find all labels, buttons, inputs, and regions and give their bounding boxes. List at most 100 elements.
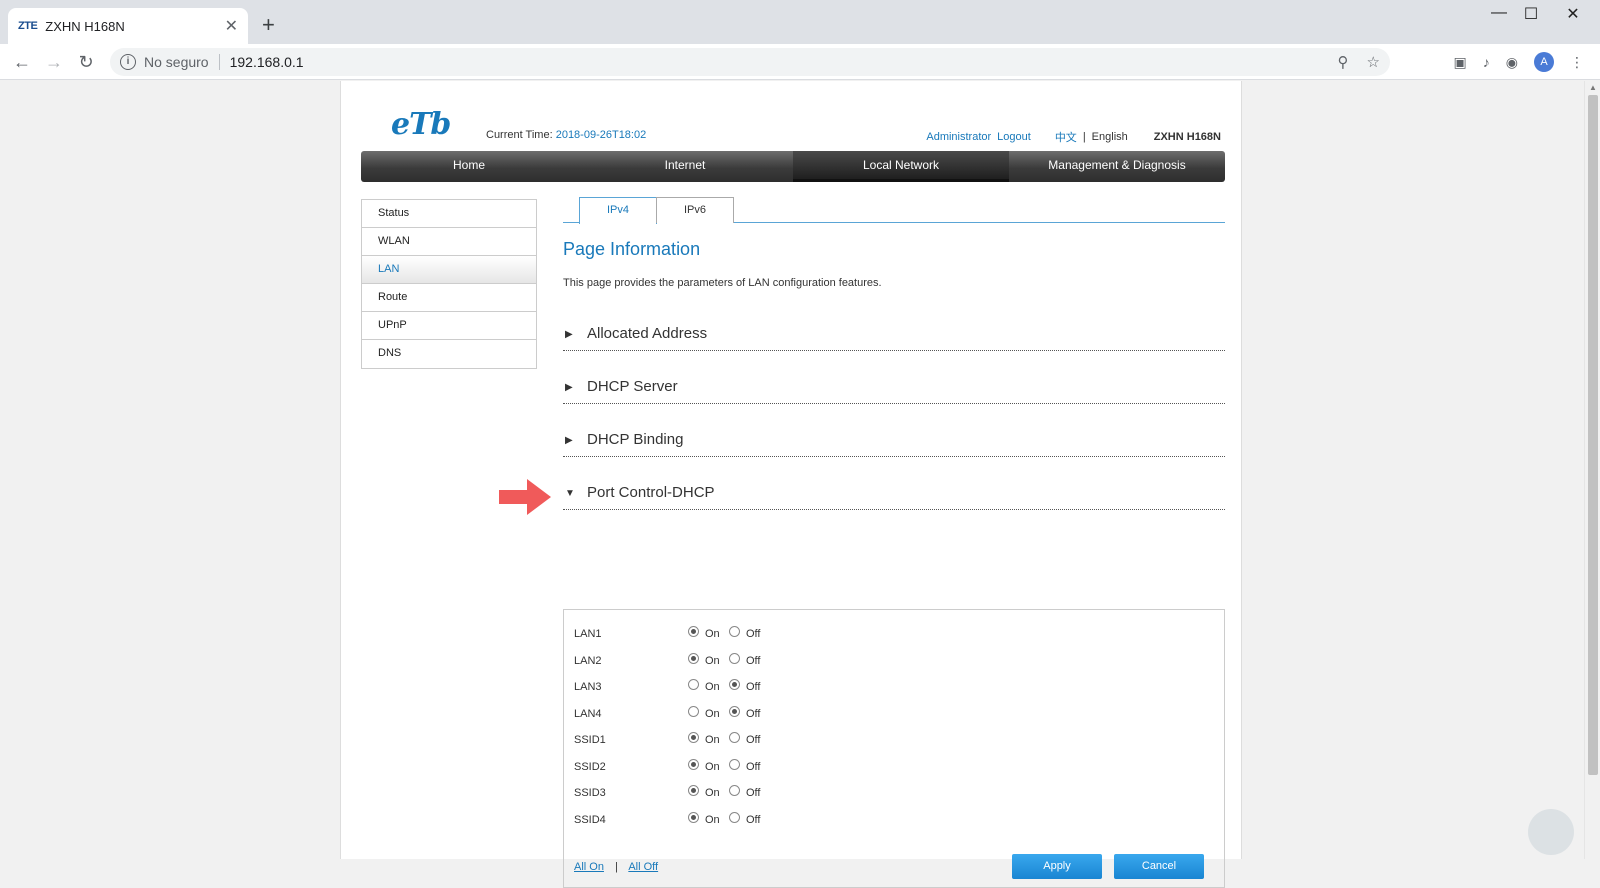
- user-bar: Administrator Logout 中文 | English ZXHN H…: [926, 129, 1221, 145]
- port-row-lan3: LAN3 On Off: [574, 677, 874, 697]
- main-nav: Home Internet Local Network Management &…: [361, 151, 1225, 182]
- port-row-lan4: LAN4 On Off: [574, 704, 874, 724]
- info-icon[interactable]: i: [120, 54, 136, 70]
- expanded-triangle-icon: ▼: [565, 488, 575, 499]
- ip-version-tabs: IPv4 IPv6: [563, 197, 1225, 224]
- lang-english-link[interactable]: English: [1092, 131, 1128, 143]
- port-row-ssid4: SSID4 On Off: [574, 810, 874, 830]
- port-off-label: Off: [746, 628, 761, 640]
- content-area: IPv4 IPv6 Page Information This page pro…: [563, 197, 1225, 888]
- scroll-up-arrow-icon[interactable]: ▲: [1589, 83, 1597, 92]
- port-on-radio[interactable]: [688, 758, 699, 770]
- port-off-label: Off: [746, 734, 761, 746]
- port-off-radio[interactable]: [729, 679, 740, 690]
- zte-favicon-icon: ZTE: [18, 20, 38, 32]
- port-off-radio[interactable]: [729, 811, 740, 823]
- side-item-wlan[interactable]: WLAN: [362, 228, 536, 256]
- port-row-lan1: LAN1 On Off: [574, 624, 874, 644]
- all-off-link[interactable]: All Off: [628, 861, 658, 873]
- url-text[interactable]: 192.168.0.1: [230, 54, 304, 70]
- collapsed-triangle-icon: ▶: [565, 382, 573, 393]
- profile-avatar[interactable]: A: [1534, 52, 1554, 72]
- page-viewport: eTb Current Time: 2018-09-26T18:02 Admin…: [0, 81, 1584, 888]
- nav-home[interactable]: Home: [361, 151, 577, 182]
- security-indicator[interactable]: No seguro: [144, 54, 220, 70]
- address-bar[interactable]: i No seguro 192.168.0.1 ⚲ ☆: [110, 48, 1390, 76]
- administrator-link[interactable]: Administrator: [926, 131, 991, 143]
- tab-ipv4[interactable]: IPv4: [579, 197, 657, 224]
- section-port-control-dhcp[interactable]: ▼ Port Control-DHCP: [563, 480, 1225, 510]
- all-controls: All On | All Off: [574, 861, 658, 873]
- collapsed-triangle-icon: ▶: [565, 329, 573, 340]
- apply-button[interactable]: Apply: [1012, 854, 1102, 879]
- port-on-radio[interactable]: [688, 811, 699, 823]
- port-off-label: Off: [746, 654, 761, 667]
- cast-extension-icon[interactable]: ▣: [1454, 54, 1467, 71]
- port-on-label: On: [705, 760, 720, 773]
- port-name: LAN4: [574, 707, 602, 720]
- section-label: Port Control-DHCP: [587, 484, 715, 501]
- section-dhcp-binding[interactable]: ▶ DHCP Binding: [563, 427, 1225, 457]
- port-off-radio[interactable]: [729, 652, 740, 664]
- port-off-radio[interactable]: [729, 732, 740, 743]
- reload-icon[interactable]: ↻: [74, 50, 98, 74]
- zoom-icon[interactable]: ⚲: [1338, 53, 1349, 71]
- port-row-ssid2: SSID2 On Off: [574, 757, 874, 777]
- port-control-panel: LAN1 On Off LAN2 On Off LAN3 On Off LAN4 On Off SSID…: [563, 609, 1225, 888]
- port-on-radio[interactable]: [688, 785, 699, 796]
- port-off-radio[interactable]: [729, 626, 740, 637]
- port-on-radio[interactable]: [688, 626, 699, 637]
- port-on-radio[interactable]: [688, 732, 699, 743]
- port-off-radio[interactable]: [729, 785, 740, 796]
- collapsed-triangle-icon: ▶: [565, 435, 573, 446]
- side-item-route[interactable]: Route: [362, 284, 536, 312]
- port-off-label: Off: [746, 760, 761, 773]
- menu-dots-icon[interactable]: ⋮: [1570, 54, 1584, 71]
- side-item-status[interactable]: Status: [362, 200, 536, 228]
- maximize-window-button[interactable]: ☐: [1508, 4, 1554, 28]
- scrollbar-thumb[interactable]: [1588, 95, 1598, 775]
- cancel-button[interactable]: Cancel: [1114, 854, 1204, 879]
- new-tab-button[interactable]: +: [262, 12, 275, 38]
- microphone-extension-icon[interactable]: ♪: [1483, 54, 1490, 70]
- bookmark-star-icon[interactable]: ☆: [1367, 53, 1380, 71]
- etb-logo: eTb: [391, 107, 451, 142]
- port-name: SSID1: [574, 734, 606, 746]
- port-off-radio[interactable]: [729, 705, 740, 717]
- close-tab-icon[interactable]: ✕: [225, 16, 238, 36]
- side-menu: Status WLAN LAN Route UPnP DNS: [361, 199, 537, 369]
- port-name: SSID2: [574, 760, 606, 773]
- nav-internet[interactable]: Internet: [577, 151, 793, 182]
- port-on-radio[interactable]: [688, 705, 699, 717]
- shield-extension-icon[interactable]: ◉: [1506, 54, 1518, 71]
- port-name: SSID3: [574, 787, 606, 799]
- back-arrow-icon[interactable]: ←: [10, 50, 34, 74]
- lang-chinese-link[interactable]: 中文: [1055, 129, 1077, 145]
- logout-link[interactable]: Logout: [997, 131, 1031, 143]
- page-information-text: This page provides the parameters of LAN…: [563, 277, 882, 289]
- browser-tab-strip: ZTE ZXHN H168N ✕ + — ☐ ✕: [0, 0, 1600, 44]
- vertical-scrollbar[interactable]: ▲: [1584, 81, 1600, 859]
- section-allocated-address[interactable]: ▶ Allocated Address: [563, 321, 1225, 351]
- port-on-radio[interactable]: [688, 652, 699, 664]
- nav-local-network[interactable]: Local Network: [793, 151, 1009, 182]
- forward-arrow-icon[interactable]: →: [42, 50, 66, 74]
- side-item-upnp[interactable]: UPnP: [362, 312, 536, 340]
- browser-toolbar: ← → ↻ i No seguro 192.168.0.1 ⚲ ☆ ▣ ♪ ◉ …: [0, 44, 1600, 80]
- side-item-dns[interactable]: DNS: [362, 340, 536, 368]
- port-on-label: On: [705, 787, 720, 799]
- current-time: Current Time: 2018-09-26T18:02: [486, 129, 646, 141]
- all-on-link[interactable]: All On: [574, 861, 604, 873]
- port-on-radio[interactable]: [688, 679, 699, 690]
- section-dhcp-server[interactable]: ▶ DHCP Server: [563, 374, 1225, 404]
- port-off-radio[interactable]: [729, 758, 740, 770]
- side-item-lan[interactable]: LAN: [362, 256, 536, 284]
- lang-separator: |: [1082, 131, 1086, 143]
- tab-ipv6[interactable]: IPv6: [656, 197, 734, 223]
- close-window-button[interactable]: ✕: [1550, 4, 1596, 28]
- port-on-label: On: [705, 813, 720, 826]
- nav-management-diagnosis[interactable]: Management & Diagnosis: [1009, 151, 1225, 182]
- browser-tab[interactable]: ZTE ZXHN H168N ✕: [8, 8, 248, 44]
- section-label: DHCP Binding: [587, 431, 684, 448]
- port-name: LAN1: [574, 628, 602, 640]
